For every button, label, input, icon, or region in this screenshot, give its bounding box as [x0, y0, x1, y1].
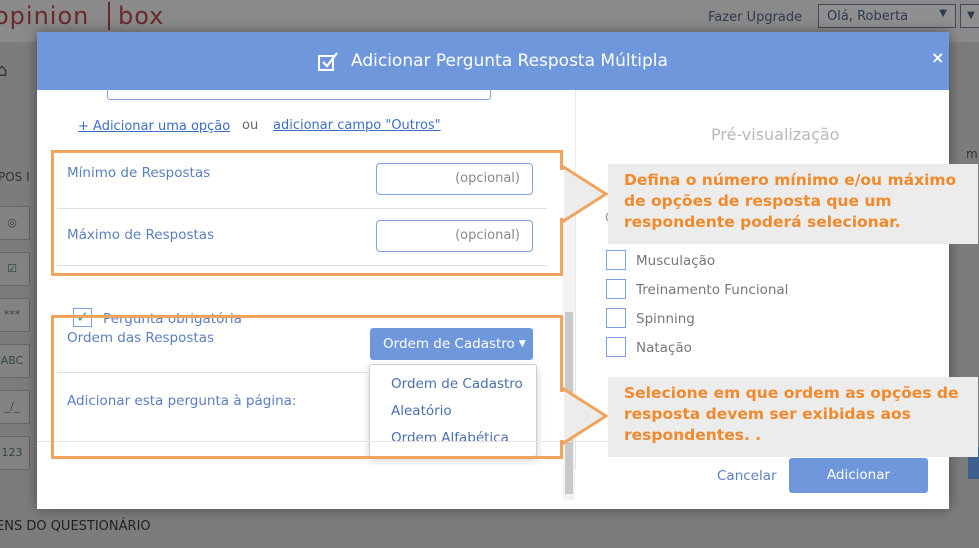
close-icon[interactable]: × [931, 48, 944, 67]
radio-type-button[interactable]: ◎ [0, 206, 30, 240]
add-option-link[interactable]: + Adicionar uma opção [78, 119, 230, 134]
chevron-down-icon: ▼ [939, 8, 947, 19]
last-option-input[interactable] [107, 86, 491, 100]
preview-title: Pré-visualização [711, 125, 840, 144]
modal-header: Adicionar Pergunta Resposta Múltipla × [37, 32, 949, 90]
preview-choice-label: Natação [636, 340, 692, 356]
right-edge-text: m [966, 147, 978, 161]
user-menu-toggle[interactable]: ▼ [960, 4, 979, 28]
preview-choice-label: Musculação [636, 253, 716, 269]
question-types-label: POS I [0, 170, 30, 184]
upgrade-link[interactable]: Fazer Upgrade [708, 10, 802, 25]
text-type-button[interactable]: ABC [0, 344, 30, 378]
user-menu[interactable]: Olá, Roberta ▼ [818, 4, 956, 28]
tip-min-max: Defina o número mínimo e/ou máximo de op… [608, 164, 978, 244]
home-icon[interactable]: ⌂ [0, 60, 7, 81]
number-type-button[interactable]: 123 [0, 436, 30, 470]
add-button[interactable]: Adicionar [789, 458, 928, 493]
preview-checkbox[interactable] [606, 308, 626, 328]
user-menu-label: Olá, Roberta [827, 9, 909, 24]
or-text: ou [242, 118, 259, 133]
cancel-button[interactable]: Cancelar [717, 468, 777, 484]
preview-checkbox[interactable] [606, 279, 626, 299]
highlight-order [51, 315, 563, 459]
modal-title: Adicionar Pergunta Resposta Múltipla [351, 51, 668, 71]
questionnaire-items-label: ENS DO QUESTIONÁRIO [0, 519, 151, 534]
add-other-field-link[interactable]: adicionar campo "Outros" [273, 118, 441, 133]
highlight-min-max [51, 150, 563, 276]
password-type-button[interactable]: *** [0, 298, 30, 332]
callout-arrow [556, 164, 609, 225]
checkbox-type-button[interactable]: ☑ [0, 252, 30, 286]
date-type-button[interactable]: _/_ [0, 390, 30, 424]
logo-box: box [108, 2, 164, 30]
preview-choice-label: Spinning [636, 311, 695, 327]
preview-checkbox[interactable] [606, 337, 626, 357]
logo-opinion: opinion [0, 2, 90, 30]
preview-checkbox[interactable] [606, 250, 626, 270]
tip-order: Selecione em que ordem as opções de resp… [608, 377, 978, 457]
checkbox-icon [318, 52, 338, 71]
preview-choice-label: Treinamento Funcional [636, 282, 789, 298]
callout-arrow [556, 386, 609, 447]
